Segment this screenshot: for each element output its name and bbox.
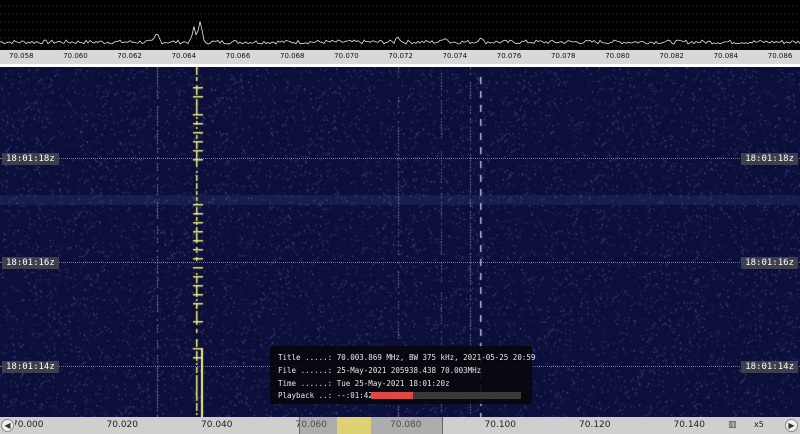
frequency-tick-bottom: 70.040 — [201, 420, 233, 430]
time-gridline — [0, 158, 800, 159]
time-label-left-2: 18:01:16z — [2, 257, 59, 269]
zoom-level[interactable]: x5 — [754, 420, 764, 429]
frequency-tick-bottom: 70.020 — [106, 420, 139, 430]
frequency-tick-top: 70.080 — [605, 52, 630, 60]
time-label-right-1: 18:01:18z — [741, 153, 798, 165]
spectrum-frequency-scale: 70.058 70.060 70.062 70.064 70.066 70.068 70.0… — [0, 50, 800, 64]
playback-progress-fill — [371, 392, 413, 399]
time-gridline — [0, 262, 800, 263]
frequency-tick-top: 70.074 — [442, 52, 468, 60]
scroll-right-button[interactable]: ▶ — [785, 419, 798, 432]
time-label-left-1: 18:01:18z — [2, 153, 59, 165]
scroll-left-button[interactable]: ◀ — [1, 419, 14, 432]
info-title: Title .....: 70.003.869 MHz, BW 375 kHz,… — [278, 353, 536, 362]
frequency-tick-bottom: 70.000 — [15, 420, 44, 430]
frequency-tick-top: 70.076 — [496, 52, 522, 60]
frequency-tick-top: 70.064 — [171, 52, 197, 60]
spectrum-trace — [0, 5, 800, 47]
frequency-tick-top: 70.078 — [551, 52, 576, 60]
viewport-center-marker — [337, 417, 371, 434]
frequency-tick-top: 70.062 — [117, 52, 142, 60]
time-label-left-3: 18:01:14z — [2, 361, 59, 373]
frequency-tick-top: 70.058 — [9, 52, 34, 60]
frequency-tick-top: 70.072 — [388, 52, 413, 60]
frequency-tick-bottom: 70.120 — [579, 420, 611, 430]
recording-info-panel: Title .....: 70.003.869 MHz, BW 375 kHz,… — [270, 346, 536, 404]
viewport-window[interactable] — [299, 417, 443, 434]
info-time: Time ......: Tue 25-May-2021 18:01:20z — [278, 379, 450, 388]
frequency-tick-bottom: 70.140 — [673, 420, 706, 430]
frequency-tick-top: 70.084 — [713, 52, 739, 60]
playback-progress-bar[interactable] — [371, 392, 521, 399]
spectrum-display[interactable] — [0, 0, 800, 50]
frequency-tick-top: 70.086 — [767, 52, 793, 60]
frequency-tick-top: 70.070 — [334, 52, 359, 60]
frequency-tick-top: 70.082 — [659, 52, 684, 60]
frequency-overview-scale[interactable]: 70.140 70.120 70.100 70.080 70.060 70.040 70.0… — [15, 417, 721, 434]
time-label-right-2: 18:01:16z — [741, 257, 798, 269]
bottom-frequency-bar: ◀ 70.140 70.120 70.100 70.080 70.060 70.040 70… — [0, 417, 800, 434]
frequency-tick-top: 70.060 — [63, 52, 88, 60]
time-label-right-3: 18:01:14z — [741, 361, 798, 373]
waterfall-icon[interactable]: ▥ — [728, 420, 740, 430]
frequency-tick-top: 70.068 — [280, 52, 305, 60]
frequency-tick-top: 70.066 — [225, 52, 251, 60]
frequency-tick-bottom: 70.100 — [484, 420, 517, 430]
info-file: File ......: 25-May-2021 205938.438 70.0… — [278, 366, 482, 375]
info-playback: Playback ..: --:01:42 — [278, 391, 373, 400]
